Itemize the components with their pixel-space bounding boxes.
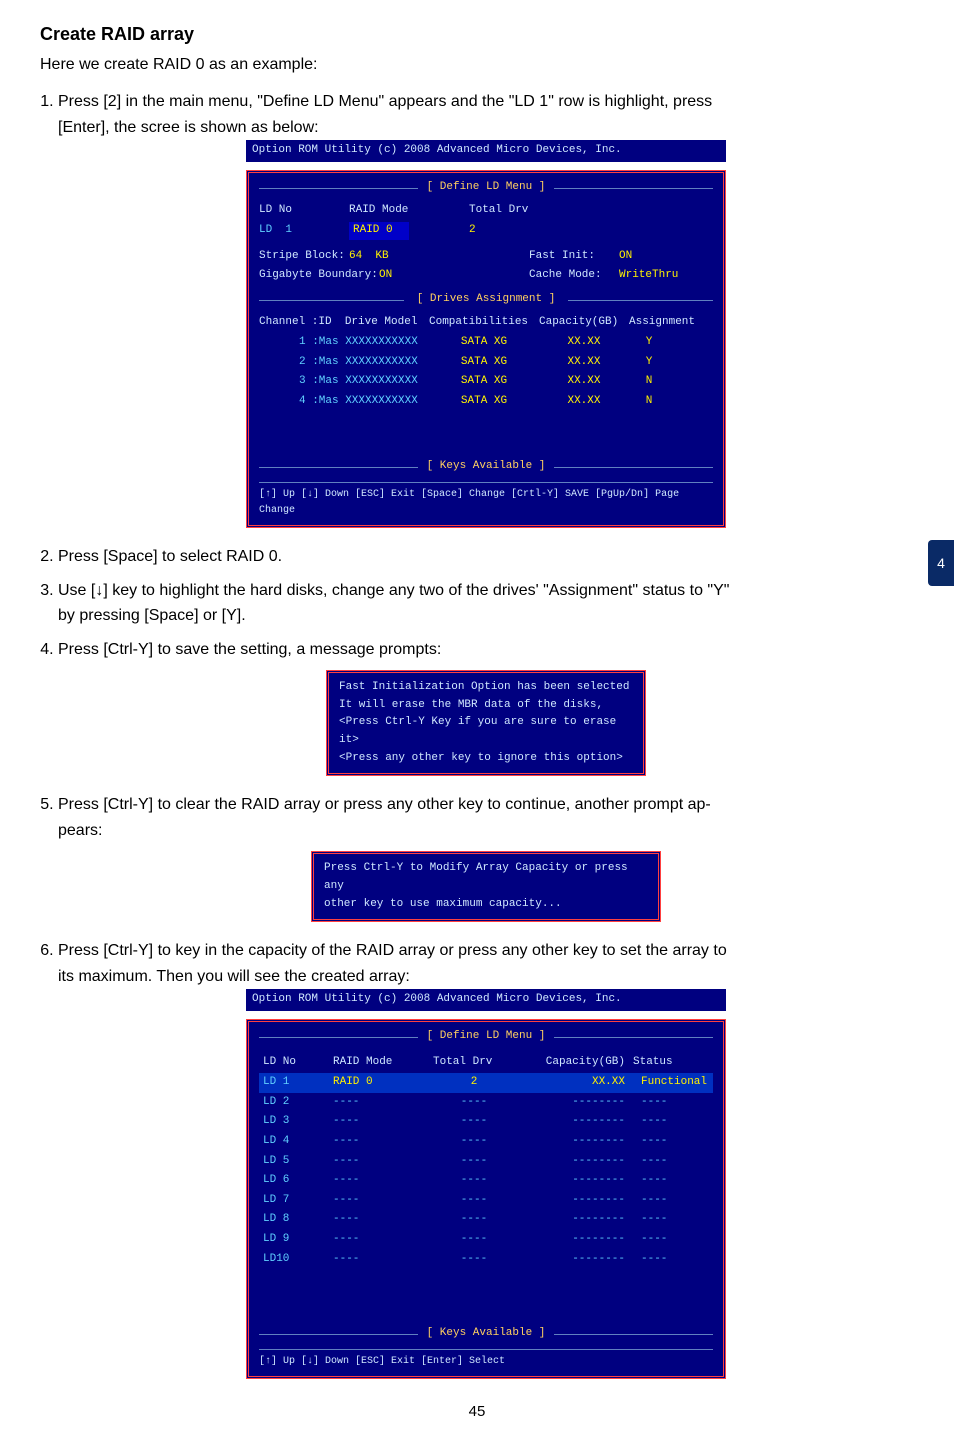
bios1-footer: [↑] Up [↓] Down [ESC] Exit [Space] Chang…	[259, 482, 713, 519]
bios2-table-row: LD 2--------------------	[259, 1093, 713, 1113]
step-4-text: Press [Ctrl-Y] to save the setting, a me…	[58, 641, 441, 658]
step-3: Use [↓] key to highlight the hard disks,…	[58, 578, 914, 629]
bios2-table-row: LD 6--------------------	[259, 1171, 713, 1191]
step-5b: pears:	[58, 822, 102, 839]
bios2-table-row: LD10--------------------	[259, 1250, 713, 1270]
bios1-col-assign: Assignment	[629, 314, 695, 332]
prompt1-box: Fast Initialization Option has been sele…	[326, 670, 646, 776]
step-6: Press [Ctrl-Y] to key in the capacity of…	[58, 938, 914, 1379]
prompt2-box: Press Ctrl-Y to Modify Array Capacity or…	[311, 851, 661, 922]
bios1-col-cap: Capacity(GB)	[539, 314, 629, 332]
bios2-table-row: LD 5--------------------	[259, 1152, 713, 1172]
bios1-gb-label: Gigabyte Boundary:	[259, 267, 379, 285]
step-1a: Press [2] in the main menu, "Define LD M…	[58, 93, 712, 110]
bios2-hdr-status: Status	[629, 1052, 713, 1074]
bios1-gb-val: ON	[379, 267, 469, 285]
bios1-drives-title: [ Drives Assignment ]	[259, 291, 713, 309]
bios1-fastinit-val: ON	[619, 248, 632, 266]
step-2: Press [Space] to select RAID 0.	[58, 544, 914, 570]
bios1-ld1: LD 1	[259, 222, 349, 240]
bios2-table: LD No RAID Mode Total Drv Capacity(GB) S…	[259, 1052, 713, 1270]
bios2-hdr-cap: Capacity(GB)	[519, 1052, 629, 1074]
bios1-stripe-label: Stripe Block:	[259, 248, 349, 266]
step-6a: Press [Ctrl-Y] to key in the capacity of…	[58, 942, 727, 959]
prompt2-l1: Press Ctrl-Y to Modify Array Capacity or…	[324, 860, 648, 895]
prompt2-l2: other key to use maximum capacity...	[324, 896, 648, 914]
bios1-menu-title: [ Define LD Menu ]	[259, 179, 713, 197]
bios1-fastinit-label: Fast Init:	[529, 248, 619, 266]
bios1-cache-label: Cache Mode:	[529, 267, 619, 285]
bios2-window: [ Define LD Menu ] LD No RAID Mode Total…	[246, 1019, 726, 1379]
step-5: Press [Ctrl-Y] to clear the RAID array o…	[58, 792, 914, 922]
bios1-keys-title: [ Keys Available ]	[259, 458, 713, 476]
bios1-ldno-label: LD No	[259, 202, 349, 220]
bios1-drive-row: 1 :Mas XXXXXXXXXXXSATA XGXX.XXY	[259, 334, 713, 352]
intro-text: Here we create RAID 0 as an example:	[40, 53, 914, 77]
bios2-hdr-ld: LD No	[259, 1052, 329, 1074]
bios1-window: [ Define LD Menu ] LD No RAID Mode Total…	[246, 170, 726, 528]
step-1: Press [2] in the main menu, "Define LD M…	[58, 89, 914, 528]
bios2-table-row: LD 8--------------------	[259, 1210, 713, 1230]
step-3b: by pressing [Space] or [Y].	[58, 607, 246, 624]
step-3a: Use [↓] key to highlight the hard disks,…	[58, 582, 729, 599]
bios1-cache-val: WriteThru	[619, 267, 678, 285]
bios2-hdr-drv: Total Drv	[429, 1052, 519, 1074]
prompt1-l3: <Press Ctrl-Y Key if you are sure to era…	[339, 714, 633, 749]
bios1-topbar: Option ROM Utility (c) 2008 Advanced Mic…	[246, 140, 726, 162]
bios1-drive-row: 4 :Mas XXXXXXXXXXXSATA XGXX.XXN	[259, 393, 713, 411]
bios1-col-compat: Compatibilities	[429, 314, 539, 332]
bios1-drive-row: 2 :Mas XXXXXXXXXXXSATA XGXX.XXY	[259, 354, 713, 372]
prompt1-l4: <Press any other key to ignore this opti…	[339, 750, 633, 768]
bios1-stripe-val: 64 KB	[349, 248, 469, 266]
bios1-mode-label: RAID Mode	[349, 202, 469, 220]
bios1-drive-row: 3 :Mas XXXXXXXXXXXSATA XGXX.XXN	[259, 373, 713, 391]
bios2-table-row: LD 7--------------------	[259, 1191, 713, 1211]
prompt1-l2: It will erase the MBR data of the disks,	[339, 697, 633, 715]
prompt1-l1: Fast Initialization Option has been sele…	[339, 679, 633, 697]
step-1b: [Enter], the scree is shown as below:	[58, 119, 319, 136]
bios1-totaldrv-label: Total Drv	[469, 202, 528, 220]
page-heading: Create RAID array	[40, 24, 914, 45]
bios2-keys-title: [ Keys Available ]	[259, 1325, 713, 1343]
step-5a: Press [Ctrl-Y] to clear the RAID array o…	[58, 796, 711, 813]
bios2-table-row: LD 3--------------------	[259, 1112, 713, 1132]
page-number: 45	[40, 1403, 914, 1420]
bios2-hdr-mode: RAID Mode	[329, 1052, 429, 1074]
bios2-footer: [↑] Up [↓] Down [ESC] Exit [Enter] Selec…	[259, 1349, 713, 1370]
bios2-topbar: Option ROM Utility (c) 2008 Advanced Mic…	[246, 989, 726, 1011]
bios2-table-row: LD 4--------------------	[259, 1132, 713, 1152]
bios1-col-channel: Channel :ID Drive Model	[259, 314, 429, 332]
bios1-two: 2	[469, 222, 476, 240]
step-6b: its maximum. Then you will see the creat…	[58, 968, 410, 985]
bios2-menu-title: [ Define LD Menu ]	[259, 1028, 713, 1046]
bios1-raid0: RAID 0	[349, 222, 409, 240]
step-4: Press [Ctrl-Y] to save the setting, a me…	[58, 637, 914, 777]
bios2-table-row: LD 1RAID 02XX.XXFunctional	[259, 1073, 713, 1093]
side-tab: 4	[928, 540, 954, 586]
bios2-table-row: LD 9--------------------	[259, 1230, 713, 1250]
